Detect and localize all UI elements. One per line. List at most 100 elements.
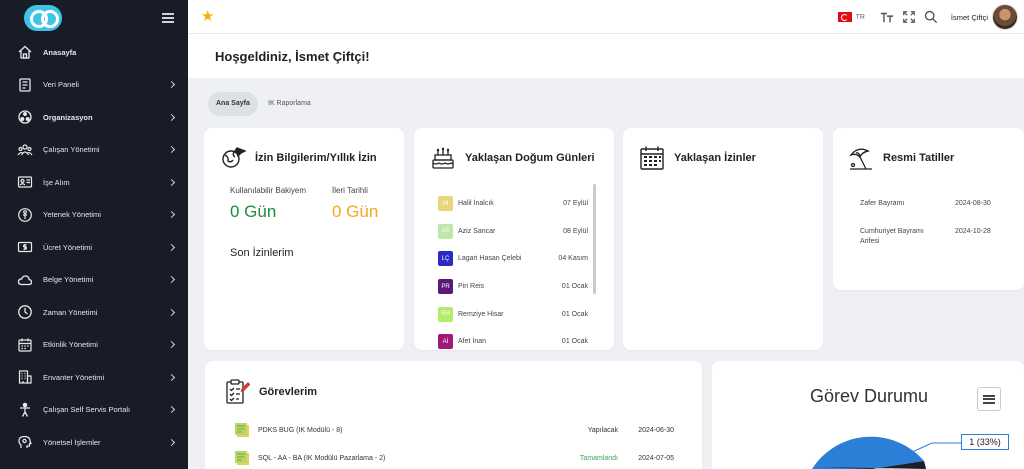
pie-data-label: 1 (33%): [961, 434, 1009, 450]
future-leave-value: 0 Gün: [332, 202, 379, 221]
chevron-right-icon: [167, 406, 176, 414]
chevron-right-icon: [167, 373, 176, 381]
sidebar-item-ucret-yonetimi[interactable]: Ücret Yönetimi: [0, 231, 188, 264]
menu-toggle-icon[interactable]: [162, 13, 174, 23]
holidays-card-header: Resmi Tatiller: [848, 145, 954, 171]
language-selector[interactable]: TR: [856, 14, 865, 21]
chevron-right-icon: [167, 113, 176, 121]
sidebar-item-belge-yonetimi[interactable]: Belge Yönetimi: [0, 264, 188, 297]
upcoming-leaves-header: Yaklaşan İzinler: [639, 145, 756, 171]
initials-badge: RH: [438, 306, 453, 322]
chevron-right-icon: [167, 438, 176, 446]
calendar-icon: [640, 146, 664, 170]
turkey-flag-icon[interactable]: [837, 12, 852, 22]
birthday-date: 01 Ocak: [561, 310, 588, 318]
person-name: Remziye Hisar: [458, 310, 504, 318]
sidebar-item-etkinlik-yonetimi[interactable]: Etkinlik Yönetimi: [0, 329, 188, 362]
user-name[interactable]: İsmet Çiftçi: [951, 13, 988, 22]
leave-card-header: İzin Bilgilerim/Yıllık İzin: [220, 145, 377, 171]
holiday-name: Cumhuriyet Bayramı Arifesi: [860, 228, 924, 245]
initials-badge: Hİ: [438, 196, 453, 212]
birthday-list-scrollbar[interactable]: [593, 184, 596, 294]
sidebar-item-yetenek-yonetimi[interactable]: Yetenek Yönetimi: [0, 199, 188, 232]
fullscreen-icon[interactable]: [901, 9, 917, 25]
sidebar-item-organizasyon[interactable]: Organizasyon: [0, 101, 188, 134]
birthday-date: 07 Eylül: [563, 200, 588, 208]
future-leave-label: İleri Tarihli: [332, 186, 368, 195]
tab-ik-raporlama[interactable]: IK Raporlama: [260, 92, 319, 116]
employees-icon: [17, 142, 33, 158]
chevron-right-icon: [167, 178, 176, 186]
money-icon: [17, 239, 33, 255]
table-row[interactable]: SQL - AA - BA (IK Modülü Pazarlama - 2) …: [234, 448, 674, 468]
sidebar-item-label: Yetenek Yönetimi: [43, 210, 101, 220]
sidebar-item-label: Organizasyon: [43, 112, 93, 122]
clipboard-checklist-icon: [226, 379, 250, 404]
list-item[interactable]: AS Aziz Sancar 08 Eylül: [438, 218, 588, 246]
chevron-right-icon: [167, 341, 176, 349]
welcome-banner: Hoşgeldiniz, İsmet Çiftçi!: [188, 34, 1024, 78]
table-row[interactable]: PDKS BUG (IK Modülü - 8) Yapılacak 2024-…: [234, 420, 674, 440]
sidebar-item-self-servis[interactable]: Çalışan Self Servis Portalı: [0, 394, 188, 427]
cake-icon: [432, 147, 454, 169]
recent-leaves-title: Son İzinlerim: [230, 247, 294, 259]
calendar-icon: [17, 337, 33, 353]
app-logo[interactable]: [24, 5, 62, 31]
sidebar-item-ise-alim[interactable]: İşe Alım: [0, 166, 188, 199]
birthday-date: 08 Eylül: [563, 227, 588, 235]
star-icon[interactable]: ★: [201, 9, 214, 24]
sidebar-nav: Anasayfa Veri Paneli Organizasyon Çalışa…: [0, 36, 188, 459]
person-name: Lagari Hasan Çelebi: [458, 255, 522, 263]
settings-brain-icon: [17, 434, 33, 450]
sidebar-item-veri-paneli[interactable]: Veri Paneli: [0, 69, 188, 102]
travel-globe-icon: [222, 147, 246, 168]
sidebar-item-anasayfa[interactable]: Anasayfa: [0, 36, 188, 69]
birthdays-card-title: Yaklaşan Doğum Günleri: [465, 152, 595, 164]
holidays-card-title: Resmi Tatiller: [883, 152, 955, 164]
search-icon[interactable]: [923, 9, 939, 25]
pie-label-connector: [909, 442, 961, 454]
font-size-icon[interactable]: [879, 9, 895, 25]
birthday-date: 04 Kasım: [558, 255, 588, 263]
sidebar-item-zaman-yonetimi[interactable]: Zaman Yönetimi: [0, 296, 188, 329]
sidebar-item-label: Veri Paneli: [43, 80, 79, 90]
birthday-date: 01 Ocak: [561, 283, 588, 291]
sidebar-item-envanter-yonetimi[interactable]: Envanter Yönetimi: [0, 361, 188, 394]
chevron-right-icon: [167, 308, 176, 316]
holiday-date: 2024-08-30: [955, 200, 991, 207]
leave-card-title: İzin Bilgilerim/Yıllık İzin: [255, 152, 377, 164]
task-status: Tamamlandı: [579, 454, 618, 462]
list-item[interactable]: LÇ Lagari Hasan Çelebi 04 Kasım: [438, 245, 588, 273]
tasks-card-title: Görevlerim: [259, 386, 318, 398]
chevron-right-icon: [167, 146, 176, 154]
organization-icon: [17, 109, 33, 125]
beach-umbrella-icon: [849, 148, 872, 170]
page-title: Hoşgeldiniz, İsmet Çiftçi!: [215, 49, 370, 64]
sidebar-item-yonetsel-islemler[interactable]: Yönetsel İşlemler: [0, 426, 188, 459]
list-item[interactable]: Aİ Afet İnan 01 Ocak: [438, 328, 588, 356]
avatar[interactable]: [992, 4, 1018, 30]
chevron-right-icon: [167, 211, 176, 219]
talent-icon: [17, 207, 33, 223]
holiday-date: 2024-10-28: [955, 228, 991, 235]
home-icon: [17, 44, 33, 60]
list-item[interactable]: RH Remziye Hisar 01 Ocak: [438, 300, 588, 328]
sidebar-item-label: Anasayfa: [43, 47, 77, 57]
list-item[interactable]: PR Piri Reis 01 Ocak: [438, 273, 588, 301]
person-name: Aziz Sancar: [458, 227, 496, 235]
birthday-list: Hİ Halil İnalcık 07 Eylül AS Aziz Sancar…: [438, 190, 588, 356]
chevron-right-icon: [167, 243, 176, 251]
chevron-right-icon: [167, 276, 176, 284]
tab-ana-sayfa[interactable]: Ana Sayfa: [208, 92, 258, 116]
sidebar: Anasayfa Veri Paneli Organizasyon Çalışa…: [0, 0, 188, 469]
task-status: Yapılacak: [587, 426, 618, 434]
sidebar-item-label: Belge Yönetimi: [43, 275, 94, 285]
clock-icon: [17, 304, 33, 320]
person-icon: [17, 402, 33, 418]
sticky-note-icon: [235, 423, 249, 437]
initials-badge: Aİ: [438, 334, 453, 350]
sidebar-item-calisan-yonetimi[interactable]: Çalışan Yönetimi: [0, 134, 188, 167]
building-icon: [17, 369, 33, 385]
birthdays-card-header: Yaklaşan Doğum Günleri: [430, 145, 595, 171]
list-item[interactable]: Hİ Halil İnalcık 07 Eylül: [438, 190, 588, 218]
